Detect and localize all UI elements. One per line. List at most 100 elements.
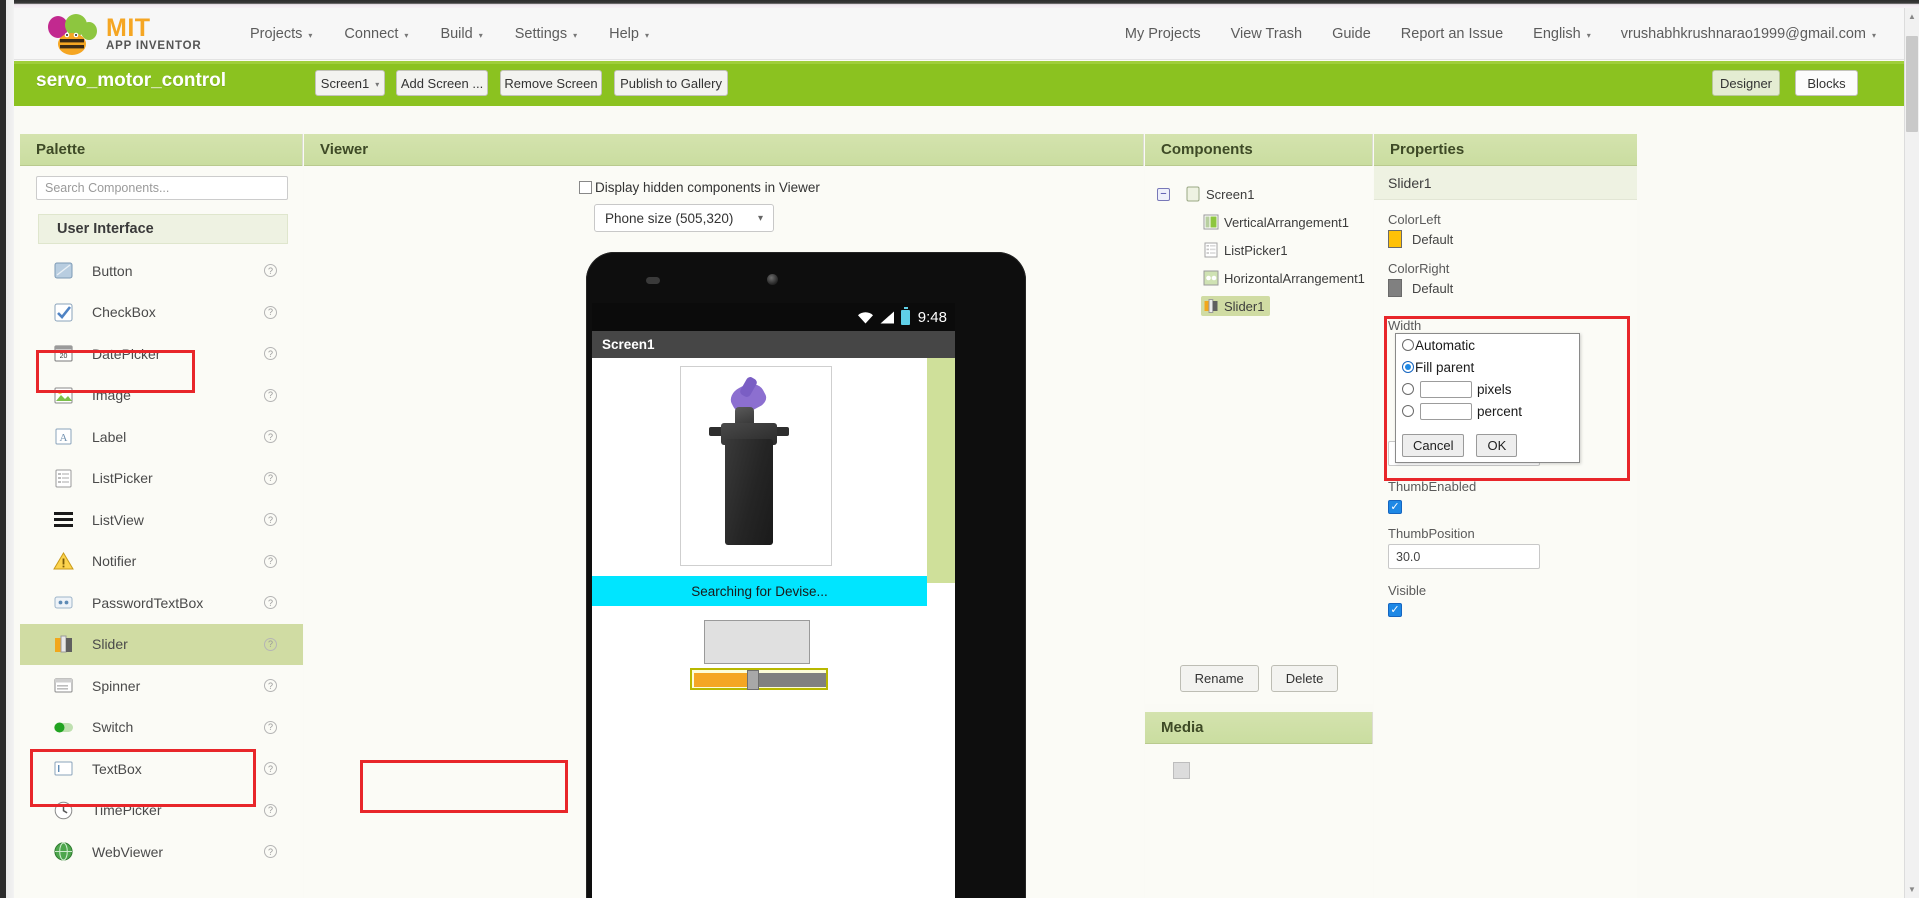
visible-checkbox[interactable]: ✓ — [1388, 603, 1402, 617]
link-report-an-issue[interactable]: Report an Issue — [1401, 26, 1503, 42]
width-option-automatic[interactable]: Automatic — [1396, 334, 1579, 356]
tree-item-label: VerticalArrangement1 — [1224, 214, 1350, 230]
scroll-up-arrow[interactable]: ▲ — [1906, 10, 1918, 23]
palette-item-slider[interactable]: Slider? — [20, 623, 303, 665]
screen-selector-dropdown[interactable]: Screen1 ▾ — [315, 70, 385, 96]
help-icon[interactable]: ? — [264, 471, 277, 485]
palette-item-timepicker[interactable]: TimePicker? — [20, 790, 303, 832]
help-icon[interactable]: ? — [264, 430, 277, 444]
brand-appinventor-text: APP INVENTOR — [106, 40, 202, 52]
palette-item-textbox[interactable]: TextBox? — [20, 748, 303, 790]
page-scrollbar[interactable]: ▲ ▼ — [1904, 8, 1919, 898]
help-icon[interactable]: ? — [264, 762, 277, 776]
property-label-thumbposition: ThumbPosition — [1388, 526, 1475, 541]
slider1-preview[interactable] — [690, 668, 828, 690]
colorright-value[interactable]: Default — [1412, 281, 1453, 296]
add-screen-button[interactable]: Add Screen ... — [396, 70, 488, 96]
link-view-trash[interactable]: View Trash — [1231, 26, 1302, 42]
display-hidden-components-checkbox[interactable] — [579, 181, 592, 194]
designer-tab-button[interactable]: Designer — [1712, 70, 1780, 96]
width-automatic-label: Automatic — [1415, 337, 1476, 353]
vertical-arrangement-strip — [927, 358, 955, 583]
help-icon[interactable]: ? — [264, 720, 277, 734]
link-guide[interactable]: Guide — [1332, 26, 1371, 42]
radio-pixels[interactable] — [1402, 383, 1414, 395]
help-icon[interactable]: ? — [264, 264, 277, 278]
palette-item-datepicker[interactable]: 20 DatePicker? — [20, 333, 303, 375]
listpicker1-preview[interactable]: Searching for Devise... — [592, 576, 927, 606]
menu-build[interactable]: Build ▾ — [440, 26, 482, 42]
help-icon[interactable]: ? — [264, 637, 277, 651]
palette-item-listpicker[interactable]: ListPicker? — [20, 458, 303, 500]
palette-item-button[interactable]: Button? — [20, 250, 303, 292]
tree-item-label: Slider1 — [1224, 298, 1265, 314]
menu-connect[interactable]: Connect ▾ — [344, 26, 408, 42]
blocks-tab-button[interactable]: Blocks — [1795, 70, 1858, 96]
width-option-pixels[interactable]: pixels — [1396, 378, 1579, 400]
search-components-input[interactable]: Search Components... — [36, 176, 288, 200]
top-navigation-bar: MIT APP INVENTOR Projects ▾ Connect ▾ Bu… — [14, 8, 1904, 60]
servo-body-part — [725, 439, 773, 545]
width-cancel-button[interactable]: Cancel — [1402, 434, 1465, 457]
phone-size-select[interactable]: Phone size (505,320) ▾ — [594, 204, 774, 232]
palette-item-switch[interactable]: Switch? — [20, 707, 303, 749]
palette-item-webviewer[interactable]: WebViewer? — [20, 831, 303, 873]
palette-item-label[interactable]: A Label? — [20, 416, 303, 458]
help-icon[interactable]: ? — [264, 554, 277, 568]
servo-motor-image[interactable] — [680, 366, 832, 566]
slider-thumb[interactable] — [747, 670, 759, 690]
colorleft-swatch[interactable] — [1388, 230, 1402, 248]
publish-to-gallery-button[interactable]: Publish to Gallery — [614, 70, 728, 96]
menu-help[interactable]: Help ▾ — [609, 26, 649, 42]
help-icon[interactable]: ? — [264, 305, 277, 319]
thumbposition-input[interactable]: 30.0 — [1388, 544, 1540, 569]
colorright-swatch[interactable] — [1388, 279, 1402, 297]
help-icon[interactable]: ? — [264, 803, 277, 817]
mit-app-inventor-logo[interactable]: MIT APP INVENTOR — [42, 12, 242, 58]
display-hidden-components-row[interactable]: Display hidden components in Viewer — [579, 180, 820, 195]
width-percent-input[interactable] — [1420, 402, 1472, 420]
scrollbar-thumb[interactable] — [1906, 36, 1918, 132]
palette-item-image[interactable]: Image? — [20, 375, 303, 417]
radio-percent[interactable] — [1402, 405, 1414, 417]
thumbenabled-checkbox[interactable]: ✓ — [1388, 500, 1402, 514]
tree-item-slider1[interactable]: Slider1 — [1145, 292, 1373, 320]
width-pixels-input[interactable] — [1420, 380, 1472, 398]
help-icon[interactable]: ? — [264, 845, 277, 859]
colorleft-value[interactable]: Default — [1412, 232, 1453, 247]
width-option-fill-parent[interactable]: Fill parent — [1396, 356, 1579, 378]
palette-item-passwordtextbox[interactable]: PasswordTextBox? — [20, 582, 303, 624]
brand-mit-text: MIT — [106, 14, 151, 42]
help-icon[interactable]: ? — [264, 596, 277, 610]
palette-item-notifier[interactable]: Notifier? — [20, 541, 303, 583]
delete-button[interactable]: Delete — [1270, 665, 1339, 692]
width-ok-button[interactable]: OK — [1476, 434, 1518, 457]
palette-category-user-interface[interactable]: User Interface — [38, 214, 288, 244]
radio-fill-parent[interactable] — [1402, 361, 1414, 373]
help-icon[interactable]: ? — [264, 347, 277, 361]
menu-settings[interactable]: Settings ▾ — [515, 26, 577, 42]
tree-item-label: Screen1 — [1206, 186, 1255, 202]
user-account-menu[interactable]: vrushabhkrushnarao1999@gmail.com ▾ — [1621, 26, 1876, 42]
help-icon[interactable]: ? — [264, 388, 277, 402]
scroll-down-arrow[interactable]: ▼ — [1906, 883, 1918, 896]
rename-button[interactable]: Rename — [1179, 665, 1259, 692]
tree-collapse-icon[interactable]: − — [1157, 187, 1170, 201]
remove-screen-button[interactable]: Remove Screen — [500, 70, 602, 96]
help-icon[interactable]: ? — [264, 513, 277, 527]
tree-item-verticalarrangement1[interactable]: VerticalArrangement1 — [1145, 208, 1373, 236]
palette-item-listview[interactable]: ListView? — [20, 499, 303, 541]
palette-item-checkbox[interactable]: CheckBox? — [20, 292, 303, 334]
width-option-percent[interactable]: percent — [1396, 400, 1579, 422]
tree-item-listpicker1[interactable]: ListPicker1 — [1145, 236, 1373, 264]
help-icon[interactable]: ? — [264, 679, 277, 693]
link-my-projects[interactable]: My Projects — [1125, 26, 1201, 42]
tree-item-horizontalarrangement1[interactable]: HorizontalArrangement1 — [1145, 264, 1373, 292]
menu-projects[interactable]: Projects ▾ — [250, 26, 312, 42]
radio-automatic[interactable] — [1402, 339, 1414, 351]
language-selector[interactable]: English ▾ — [1533, 26, 1591, 42]
palette-item-label: WebViewer — [92, 843, 164, 860]
palette-item-spinner[interactable]: Spinner? — [20, 665, 303, 707]
tree-item-screen1[interactable]: − Screen1 — [1145, 180, 1373, 208]
horizontal-arrangement1-preview[interactable] — [704, 620, 810, 664]
